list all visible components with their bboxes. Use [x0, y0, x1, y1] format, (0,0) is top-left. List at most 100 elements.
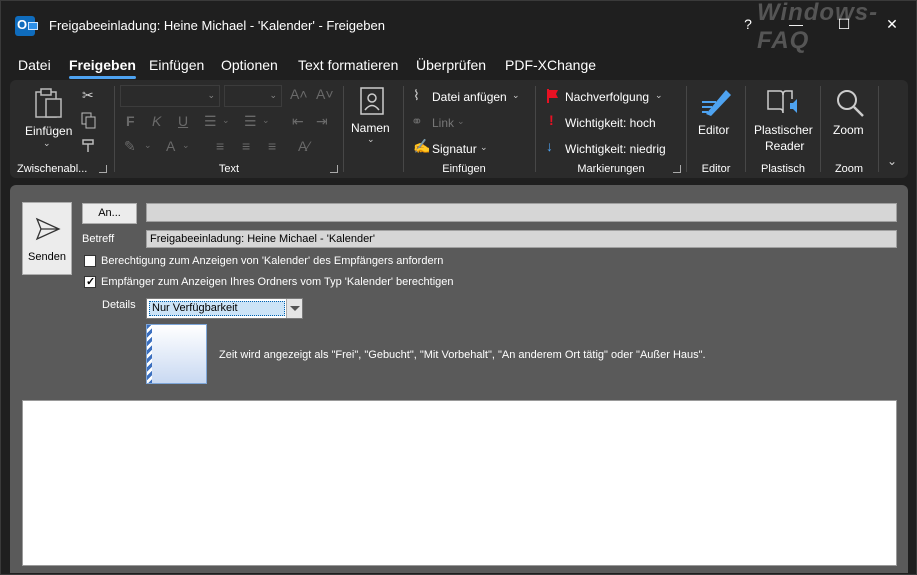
- italic-button[interactable]: K: [152, 113, 161, 129]
- outlook-window: Freigabeeinladung: Heine Michael - 'Kale…: [0, 0, 917, 575]
- high-importance-button[interactable]: Wichtigkeit: hoch: [565, 116, 656, 130]
- font-name-combo[interactable]: ⌄: [120, 85, 220, 107]
- compose-area: Senden An... Betreff Freigabeeinladung: …: [10, 185, 908, 573]
- maximize-button[interactable]: ☐: [829, 16, 859, 33]
- followup-button[interactable]: Nachverfolgung: [565, 90, 649, 104]
- editor-button[interactable]: Editor: [698, 123, 729, 137]
- increase-indent-icon[interactable]: ⇥: [316, 113, 328, 130]
- group-label-editor: Editor: [701, 163, 731, 175]
- paste-icon: [35, 88, 62, 118]
- signature-icon: ✍: [413, 138, 431, 154]
- chevron-down-icon[interactable]: ⌄: [457, 116, 465, 127]
- separator: [820, 86, 821, 172]
- chevron-down-icon[interactable]: ⌄: [182, 140, 190, 151]
- paste-button[interactable]: Einfügen: [25, 124, 72, 138]
- align-center-icon[interactable]: ≡: [242, 138, 250, 154]
- send-button[interactable]: Senden: [22, 202, 72, 275]
- align-left-icon[interactable]: ≡: [216, 138, 224, 154]
- bold-button[interactable]: F: [126, 113, 135, 129]
- send-label: Senden: [28, 251, 66, 263]
- text-dialog-launcher[interactable]: [330, 165, 338, 173]
- low-importance-icon: ↓: [546, 138, 553, 154]
- chevron-down-icon[interactable]: ⌄: [480, 142, 488, 153]
- zoom-button[interactable]: Zoom: [833, 123, 864, 137]
- send-icon: [35, 217, 61, 241]
- group-label-insert: Einfügen: [442, 163, 486, 175]
- chevron-down-icon[interactable]: ⌄: [262, 115, 270, 126]
- ribbon-collapse-icon[interactable]: ⌄: [887, 154, 897, 168]
- tab-einfuegen[interactable]: Einfügen: [149, 57, 204, 73]
- outlook-icon: [15, 16, 38, 36]
- group-reader: Plastischer Reader Plastisch: [747, 80, 819, 178]
- low-importance-button[interactable]: Wichtigkeit: niedrig: [565, 142, 666, 156]
- cut-icon[interactable]: ✂: [82, 87, 94, 104]
- chevron-down-icon[interactable]: ⌄: [512, 90, 520, 101]
- decrease-indent-icon[interactable]: ⇤: [292, 113, 304, 130]
- align-right-icon[interactable]: ≡: [268, 138, 276, 154]
- flag-icon: [547, 89, 558, 103]
- format-painter-icon[interactable]: [81, 138, 97, 154]
- group-label-text: Text: [218, 163, 240, 175]
- message-body[interactable]: [22, 400, 897, 566]
- tab-freigeben[interactable]: Freigeben: [69, 57, 136, 79]
- paperclip-icon: ⌇: [413, 87, 420, 103]
- shrink-font-icon[interactable]: A˅: [316, 86, 334, 102]
- underline-button[interactable]: U: [178, 113, 188, 129]
- to-button[interactable]: An...: [82, 203, 137, 224]
- window-title: Freigabeeinladung: Heine Michael - 'Kale…: [49, 18, 385, 33]
- group-text: ⌄ ⌄ A˄ A˅ F K U ☰ ⌄ ☰ ⌄ ⇤ ⇥ ✎ ⌄ A ⌄ ≡ ≡ …: [116, 80, 342, 178]
- separator: [403, 86, 404, 172]
- font-size-combo[interactable]: ⌄: [224, 85, 282, 107]
- ribbon: Einfügen ⌄ ✂ Zwischenabl... ⌄ ⌄ A˄ A˅ F …: [10, 80, 908, 178]
- group-editor: Editor Editor: [688, 80, 744, 178]
- chevron-down-icon[interactable]: ⌄: [144, 140, 152, 151]
- reader-button-line1[interactable]: Plastischer: [754, 123, 813, 137]
- numbering-icon[interactable]: ☰: [244, 113, 257, 130]
- grow-font-icon[interactable]: A˄: [290, 86, 308, 102]
- reader-button-line2[interactable]: Reader: [765, 139, 804, 153]
- editor-icon: [702, 90, 731, 116]
- minimize-button[interactable]: —: [781, 16, 811, 32]
- details-select[interactable]: Nur Verfügbarkeit: [146, 298, 303, 319]
- chevron-down-icon[interactable]: ⌄: [43, 138, 51, 149]
- details-preview-swatch: [146, 324, 207, 384]
- allow-view-checkbox[interactable]: [84, 275, 96, 288]
- tab-datei[interactable]: Datei: [18, 57, 51, 73]
- request-permission-checkbox[interactable]: [84, 255, 96, 267]
- clipboard-dialog-launcher[interactable]: [99, 165, 107, 173]
- subject-label: Betreff: [82, 233, 115, 245]
- group-insert: ⌇ Datei anfügen ⌄ ⚭ Link ⌄ ✍ Signatur ⌄ …: [405, 80, 523, 178]
- signature-button[interactable]: Signatur: [432, 142, 477, 156]
- to-field[interactable]: [146, 203, 897, 222]
- group-label-clipboard: Zwischenabl...: [17, 163, 88, 175]
- styles-icon[interactable]: A⁄: [298, 138, 310, 154]
- group-names: Namen ⌄: [345, 80, 401, 178]
- chevron-down-icon[interactable]: ⌄: [222, 115, 230, 126]
- request-permission-label: Berechtigung zum Anzeigen von 'Kalender'…: [101, 255, 444, 267]
- group-zoom: Zoom Zoom: [822, 80, 876, 178]
- tab-optionen[interactable]: Optionen: [221, 57, 278, 73]
- chevron-down-icon[interactable]: [286, 299, 302, 318]
- chevron-down-icon[interactable]: ⌄: [655, 90, 663, 101]
- names-button[interactable]: Namen: [351, 121, 390, 135]
- attach-file-button[interactable]: Datei anfügen: [432, 90, 507, 104]
- group-tags: Nachverfolgung ⌄ ! Wichtigkeit: hoch ↓ W…: [537, 80, 685, 178]
- tags-dialog-launcher[interactable]: [673, 165, 681, 173]
- tab-text-formatieren[interactable]: Text formatieren: [298, 57, 398, 73]
- allow-view-label: Empfänger zum Anzeigen Ihres Ordners vom…: [101, 276, 454, 288]
- title-bar: Freigabeeinladung: Heine Michael - 'Kale…: [1, 0, 916, 54]
- tab-ueberpruefen[interactable]: Überprüfen: [416, 57, 486, 73]
- link-button[interactable]: Link: [432, 116, 454, 130]
- chevron-down-icon[interactable]: ⌄: [367, 134, 375, 145]
- separator: [535, 86, 536, 172]
- help-button[interactable]: ?: [733, 16, 763, 32]
- font-color-icon[interactable]: A: [166, 138, 175, 154]
- group-label-tags: Markierungen: [577, 163, 645, 175]
- zoom-icon: [837, 90, 864, 117]
- highlight-icon[interactable]: ✎: [124, 138, 136, 155]
- subject-field[interactable]: Freigabeeinladung: Heine Michael - 'Kale…: [146, 230, 897, 248]
- bullets-icon[interactable]: ☰: [204, 113, 217, 130]
- copy-icon[interactable]: [81, 112, 97, 130]
- tab-pdf-xchange[interactable]: PDF-XChange: [505, 57, 596, 73]
- close-button[interactable]: ✕: [877, 16, 907, 33]
